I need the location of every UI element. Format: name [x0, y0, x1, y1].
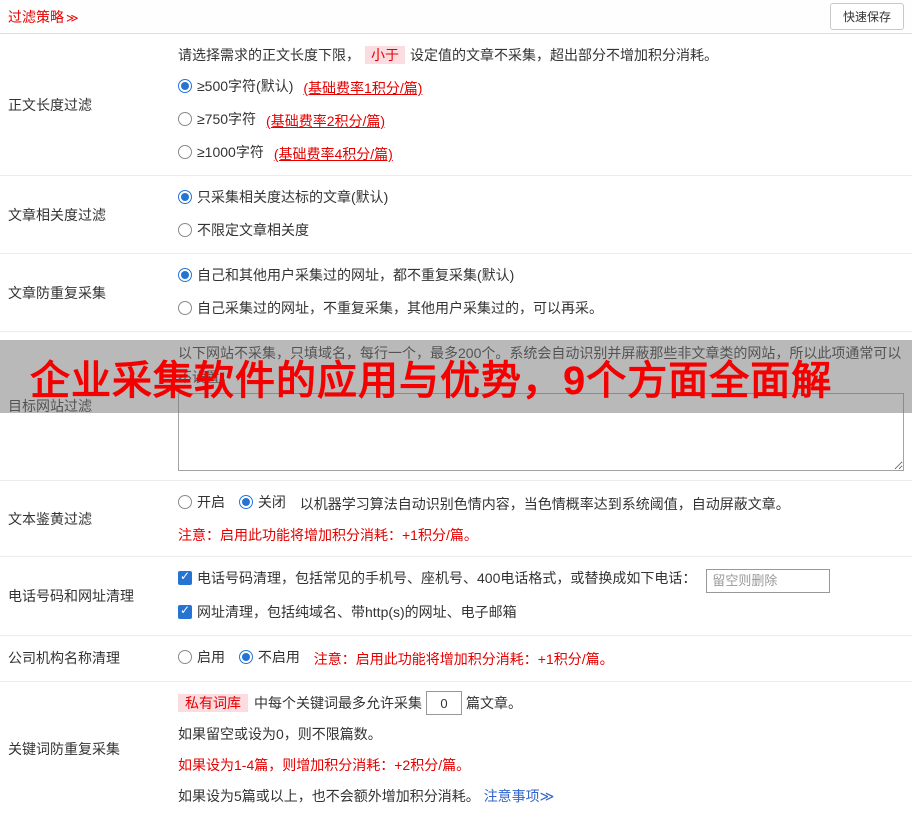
row-content: 自己和其他用户采集过的网址，都不重复采集(默认) 自己采集过的网址，不重复采集，…	[170, 254, 912, 331]
length-note-1: (基础费率1积分/篇)	[303, 80, 422, 96]
row-target-site-filter: 目标网站过滤 以下网站不采集，只填域名，每行一个，最多200个。系统会自动识别并…	[0, 332, 912, 481]
radio-length-750[interactable]: ≥750字符	[178, 107, 256, 131]
max-articles-input[interactable]	[426, 691, 462, 715]
keyword-line2: 如果留空或设为0，则不限篇数。	[178, 722, 904, 746]
radio-icon	[178, 79, 192, 93]
radio-label: 自己采集过的网址，不重复采集，其他用户采集过的，可以再采。	[197, 296, 603, 320]
filter-settings-page: 过滤策略≫ 快速保存 正文长度过滤 请选择需求的正文长度下限， 小于设定值的文章不…	[0, 0, 912, 768]
blocked-sites-textarea[interactable]	[178, 393, 904, 471]
radio-icon	[178, 268, 192, 282]
row-label: 文章防重复采集	[0, 254, 170, 331]
radio-company-off[interactable]: 不启用	[239, 645, 300, 669]
target-sites-description: 以下网站不采集，只填域名，每行一个，最多200个。系统会自动识别并屏蔽那些非文章…	[178, 341, 904, 389]
row-phone-url-cleanup: 电话号码和网址清理 电话号码清理，包括常见的手机号、座机号、400电话格式，或替…	[0, 557, 912, 636]
radio-icon	[178, 650, 192, 664]
notes-link[interactable]: 注意事项≫	[484, 788, 555, 804]
radio-icon	[178, 145, 192, 159]
checkbox-label: 电话号码清理，包括常见的手机号、座机号、400电话格式，或替换成如下电话：	[197, 566, 696, 590]
row-content: 只采集相关度达标的文章(默认) 不限定文章相关度	[170, 176, 912, 253]
radio-icon	[178, 223, 192, 237]
radio-length-1000[interactable]: ≥1000字符	[178, 140, 264, 164]
chevron-down-icon: ≫	[66, 11, 79, 25]
length-intro-highlight: 小于	[365, 46, 405, 64]
row-label: 文本鉴黄过滤	[0, 481, 170, 556]
row-content: 开启 关闭 以机器学习算法自动识别色情内容，当色情概率达到系统阈值，自动屏蔽文章…	[170, 481, 912, 556]
radio-icon	[178, 190, 192, 204]
row-dedup-collection: 文章防重复采集 自己和其他用户采集过的网址，都不重复采集(默认) 自己采集过的网…	[0, 254, 912, 332]
radio-label: ≥500字符(默认)	[197, 74, 293, 98]
row-content: 以下网站不采集，只填域名，每行一个，最多200个。系统会自动识别并屏蔽那些非文章…	[170, 332, 912, 480]
radio-label: 启用	[197, 645, 225, 669]
page-title-text: 过滤策略	[8, 9, 64, 25]
porn-filter-description: 以机器学习算法自动识别色情内容，当色情概率达到系统阈值，自动屏蔽文章。	[300, 496, 790, 512]
radio-label: 只采集相关度达标的文章(默认)	[197, 185, 388, 209]
checkbox-icon	[178, 571, 192, 585]
row-label: 公司机构名称清理	[0, 636, 170, 681]
row-label: 关键词防重复采集	[0, 682, 170, 817]
radio-label: 不启用	[258, 645, 300, 669]
row-label: 电话号码和网址清理	[0, 557, 170, 635]
length-intro-before: 请选择需求的正文长度下限，	[178, 47, 360, 63]
checkbox-label: 网址清理，包括纯域名、带http(s)的网址、电子邮箱	[197, 600, 517, 624]
radio-label: 关闭	[258, 490, 286, 514]
radio-length-500[interactable]: ≥500字符(默认)	[178, 74, 293, 98]
row-text-length-filter: 正文长度过滤 请选择需求的正文长度下限， 小于设定值的文章不采集，超出部分不增加积…	[0, 34, 912, 176]
radio-dedup-all-users[interactable]: 自己和其他用户采集过的网址，都不重复采集(默认)	[178, 263, 514, 287]
radio-company-on[interactable]: 启用	[178, 645, 225, 669]
row-keyword-dedup: 关键词防重复采集 私有词库中每个关键词最多允许采集 篇文章。 如果留空或设为0，则…	[0, 682, 912, 817]
keyword-line1-mid: 中每个关键词最多允许采集	[254, 695, 422, 711]
checkbox-phone-cleanup[interactable]: 电话号码清理，包括常见的手机号、座机号、400电话格式，或替换成如下电话：	[178, 566, 696, 590]
company-cleanup-note: 注意：启用此功能将增加积分消耗：+1积分/篇。	[314, 651, 614, 667]
length-intro: 请选择需求的正文长度下限， 小于设定值的文章不采集，超出部分不增加积分消耗。	[178, 43, 904, 67]
row-content: 启用 不启用 注意：启用此功能将增加积分消耗：+1积分/篇。	[170, 636, 912, 681]
keyword-line3: 如果设为1-4篇，则增加积分消耗：+2积分/篇。	[178, 753, 904, 777]
row-label: 目标网站过滤	[0, 332, 170, 480]
length-note-2: (基础费率2积分/篇)	[266, 113, 385, 129]
checkbox-url-cleanup[interactable]: 网址清理，包括纯域名、带http(s)的网址、电子邮箱	[178, 600, 517, 624]
radio-icon	[178, 301, 192, 315]
radio-relevance-any[interactable]: 不限定文章相关度	[178, 218, 309, 242]
radio-dedup-self-only[interactable]: 自己采集过的网址，不重复采集，其他用户采集过的，可以再采。	[178, 296, 603, 320]
row-content: 电话号码清理，包括常见的手机号、座机号、400电话格式，或替换成如下电话： 网址…	[170, 557, 912, 635]
radio-porn-on[interactable]: 开启	[178, 490, 225, 514]
radio-icon	[178, 495, 192, 509]
row-company-name-cleanup: 公司机构名称清理 启用 不启用 注意：启用此功能将增加积分消耗：+1积分/篇。	[0, 636, 912, 682]
keyword-line1-end: 篇文章。	[466, 695, 522, 711]
radio-porn-off[interactable]: 关闭	[239, 490, 286, 514]
radio-label: ≥750字符	[197, 107, 256, 131]
radio-icon	[178, 112, 192, 126]
radio-label: 不限定文章相关度	[197, 218, 309, 242]
private-lexicon-tag: 私有词库	[178, 694, 248, 712]
top-bar: 过滤策略≫ 快速保存	[0, 0, 912, 34]
checkbox-icon	[178, 605, 192, 619]
row-porn-filter: 文本鉴黄过滤 开启 关闭 以机器学习算法自动识别色情内容，当色情概率达到系统阈值…	[0, 481, 912, 557]
length-note-3: (基础费率4积分/篇)	[274, 146, 393, 162]
row-content: 请选择需求的正文长度下限， 小于设定值的文章不采集，超出部分不增加积分消耗。 ≥5…	[170, 34, 912, 175]
length-intro-after: 设定值的文章不采集，超出部分不增加积分消耗。	[410, 47, 718, 63]
radio-label: 自己和其他用户采集过的网址，都不重复采集(默认)	[197, 263, 514, 287]
row-content: 私有词库中每个关键词最多允许采集 篇文章。 如果留空或设为0，则不限篇数。 如果设…	[170, 682, 912, 817]
row-label: 正文长度过滤	[0, 34, 170, 175]
radio-icon	[239, 495, 253, 509]
replacement-phone-input[interactable]	[706, 569, 830, 593]
page-title[interactable]: 过滤策略≫	[8, 7, 79, 27]
radio-icon	[239, 650, 253, 664]
keyword-line4: 如果设为5篇或以上，也不会额外增加积分消耗。	[178, 788, 480, 804]
radio-label: ≥1000字符	[197, 140, 264, 164]
porn-filter-note: 注意：启用此功能将增加积分消耗：+1积分/篇。	[178, 523, 904, 547]
radio-label: 开启	[197, 490, 225, 514]
row-label: 文章相关度过滤	[0, 176, 170, 253]
radio-relevance-strict[interactable]: 只采集相关度达标的文章(默认)	[178, 185, 388, 209]
row-relevance-filter: 文章相关度过滤 只采集相关度达标的文章(默认) 不限定文章相关度	[0, 176, 912, 254]
quick-save-button[interactable]: 快速保存	[830, 3, 904, 30]
